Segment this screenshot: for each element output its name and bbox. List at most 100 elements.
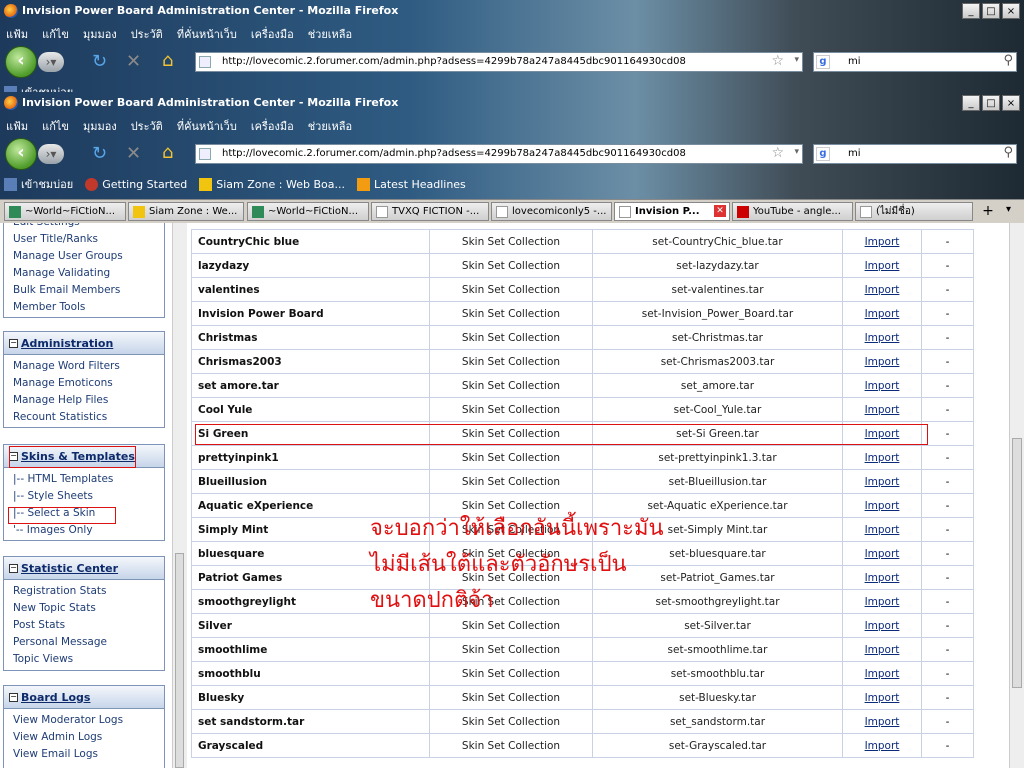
- sidebar-link[interactable]: New Topic Stats: [13, 600, 164, 617]
- import-link[interactable]: Import: [865, 668, 900, 680]
- import-link[interactable]: Import: [865, 236, 900, 248]
- url-bar[interactable]: http://lovecomic.2.forumer.com/admin.php…: [195, 144, 803, 164]
- menu-file[interactable]: แฟ้ม: [6, 117, 28, 135]
- sidebar-link[interactable]: User Title/Ranks: [13, 231, 164, 248]
- back-button[interactable]: ‹: [5, 138, 37, 170]
- scrollbar-thumb[interactable]: [175, 553, 184, 768]
- sidebar-link[interactable]: Manage User Groups: [13, 248, 164, 265]
- sidebar-link[interactable]: Edit Settings: [13, 223, 164, 231]
- star-icon[interactable]: ☆: [771, 145, 784, 161]
- close-tab-icon[interactable]: ✕: [714, 205, 726, 217]
- close-button[interactable]: ×: [1002, 3, 1020, 19]
- section-title[interactable]: Skins & Templates: [21, 450, 135, 463]
- menu-help[interactable]: ช่วยเหลือ: [308, 25, 352, 43]
- minimize-button[interactable]: _: [962, 95, 980, 111]
- back-button[interactable]: ‹: [5, 46, 37, 78]
- tab-youtube[interactable]: YouTube - angle...: [732, 202, 853, 221]
- import-link[interactable]: Import: [865, 284, 900, 296]
- search-input[interactable]: mi: [848, 56, 861, 67]
- import-link[interactable]: Import: [865, 308, 900, 320]
- sidebar-link[interactable]: Bulk Email Members: [13, 282, 164, 299]
- menu-bookmarks[interactable]: ที่คั่นหน้าเว็บ: [177, 117, 237, 135]
- sidebar-link-select-skin[interactable]: |-- Select a Skin: [13, 505, 164, 522]
- tab-siam-zone[interactable]: Siam Zone : We...: [128, 202, 244, 221]
- page-scrollbar[interactable]: [1009, 223, 1024, 768]
- sidebar-link[interactable]: View Email Logs: [13, 746, 164, 763]
- import-link[interactable]: Import: [865, 644, 900, 656]
- search-bar[interactable]: g mi ⚲: [813, 144, 1017, 164]
- sidebar-link[interactable]: '-- Images Only: [13, 522, 164, 539]
- import-link[interactable]: Import: [865, 452, 900, 464]
- sidebar-link[interactable]: |-- HTML Templates: [13, 471, 164, 488]
- menu-bookmarks[interactable]: ที่คั่นหน้าเว็บ: [177, 25, 237, 43]
- home-icon[interactable]: ⌂: [162, 50, 173, 71]
- search-input[interactable]: mi: [848, 148, 861, 159]
- sidebar-link[interactable]: Member Tools: [13, 299, 164, 316]
- import-link[interactable]: Import: [865, 692, 900, 704]
- magnifier-icon[interactable]: ⚲: [1003, 145, 1013, 160]
- sidebar-link[interactable]: Personal Message: [13, 634, 164, 651]
- scrollbar-thumb[interactable]: [1012, 438, 1022, 688]
- bookmark-most-visited[interactable]: เข้าชมบ่อย: [4, 175, 73, 193]
- import-link[interactable]: Import: [865, 740, 900, 752]
- sidebar-link[interactable]: Recount Statistics: [13, 409, 164, 426]
- import-link[interactable]: Import: [865, 332, 900, 344]
- collapse-icon[interactable]: −: [9, 564, 18, 573]
- import-link[interactable]: Import: [865, 572, 900, 584]
- tab-list-icon[interactable]: ▾: [1006, 204, 1011, 215]
- sidebar-link[interactable]: Post Stats: [13, 617, 164, 634]
- sidebar-link[interactable]: Registration Stats: [13, 583, 164, 600]
- bookmark-getting-started[interactable]: Getting Started: [85, 175, 187, 193]
- menu-tools[interactable]: เครื่องมือ: [251, 117, 294, 135]
- menu-help[interactable]: ช่วยเหลือ: [308, 117, 352, 135]
- search-bar[interactable]: g mi ⚲: [813, 52, 1017, 72]
- menu-view[interactable]: มุมมอง: [83, 117, 117, 135]
- menu-view[interactable]: มุมมอง: [83, 25, 117, 43]
- tab-tvxq-fiction[interactable]: TVXQ FICTION -...: [371, 202, 489, 221]
- stop-icon[interactable]: ✕: [126, 51, 141, 72]
- tab-world-fiction-2[interactable]: ~World~FiCtioN...: [247, 202, 369, 221]
- menu-tools[interactable]: เครื่องมือ: [251, 25, 294, 43]
- section-title[interactable]: Board Logs: [21, 691, 90, 704]
- import-link[interactable]: Import: [865, 620, 900, 632]
- section-title[interactable]: Administration: [21, 337, 113, 350]
- import-link[interactable]: Import: [865, 260, 900, 272]
- sidebar-link[interactable]: View Admin Logs: [13, 729, 164, 746]
- collapse-icon[interactable]: −: [9, 452, 18, 461]
- section-title[interactable]: Statistic Center: [21, 562, 118, 575]
- menu-edit[interactable]: แก้ไข: [42, 117, 69, 135]
- maximize-button[interactable]: □: [982, 3, 1000, 19]
- home-icon[interactable]: ⌂: [162, 142, 173, 163]
- close-button[interactable]: ×: [1002, 95, 1020, 111]
- tab-invision-power-board[interactable]: Invision P... ✕: [614, 202, 730, 221]
- google-icon[interactable]: g: [816, 147, 830, 161]
- star-icon[interactable]: ☆: [771, 53, 784, 69]
- stop-icon[interactable]: ✕: [126, 143, 141, 164]
- google-icon[interactable]: g: [816, 55, 830, 69]
- url-dropdown-icon[interactable]: ▾: [794, 147, 799, 157]
- import-link[interactable]: Import: [865, 356, 900, 368]
- reload-icon[interactable]: ↻: [92, 51, 107, 72]
- sidebar-link[interactable]: Manage Emoticons: [13, 375, 164, 392]
- menu-history[interactable]: ประวัติ: [131, 117, 163, 135]
- bookmark-most-visited[interactable]: เข้าชมบ่อย: [4, 83, 73, 92]
- sidebar-scrollbar[interactable]: [172, 223, 187, 768]
- sidebar-link[interactable]: Manage Help Files: [13, 392, 164, 409]
- import-link[interactable]: Import: [865, 428, 900, 440]
- new-tab-button[interactable]: +: [976, 203, 1000, 220]
- url-dropdown-icon[interactable]: ▾: [794, 55, 799, 65]
- sidebar-link[interactable]: Topic Views: [13, 651, 164, 668]
- sidebar-link[interactable]: Manage Word Filters: [13, 358, 164, 375]
- import-link[interactable]: Import: [865, 404, 900, 416]
- magnifier-icon[interactable]: ⚲: [1003, 53, 1013, 68]
- minimize-button[interactable]: _: [962, 3, 980, 19]
- tab-untitled[interactable]: (ไม่มีชื่อ): [855, 202, 973, 221]
- url-bar[interactable]: http://lovecomic.2.forumer.com/admin.php…: [195, 52, 803, 72]
- collapse-icon[interactable]: −: [9, 339, 18, 348]
- import-link[interactable]: Import: [865, 500, 900, 512]
- import-link[interactable]: Import: [865, 596, 900, 608]
- import-link[interactable]: Import: [865, 476, 900, 488]
- url-text[interactable]: http://lovecomic.2.forumer.com/admin.php…: [222, 148, 686, 159]
- sidebar-link[interactable]: |-- Style Sheets: [13, 488, 164, 505]
- menu-edit[interactable]: แก้ไข: [42, 25, 69, 43]
